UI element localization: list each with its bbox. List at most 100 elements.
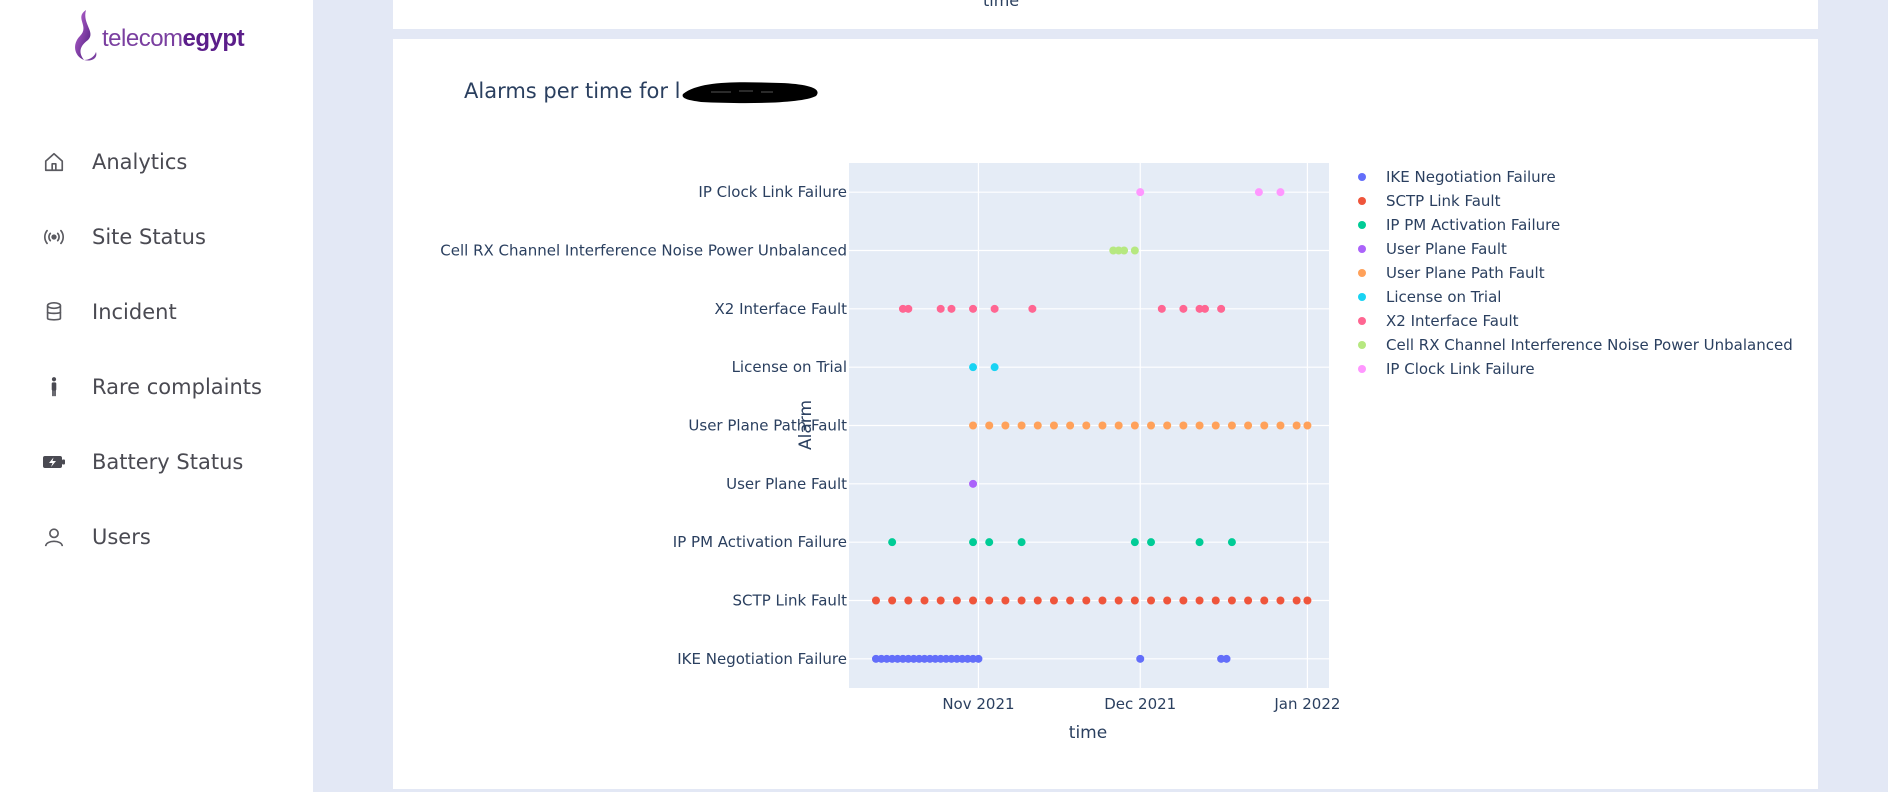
data-point[interactable] xyxy=(990,363,999,372)
legend-item[interactable]: License on Trial xyxy=(1356,287,1501,307)
data-point[interactable] xyxy=(888,538,897,547)
data-point[interactable] xyxy=(969,538,978,547)
data-point[interactable] xyxy=(904,596,913,605)
data-point[interactable] xyxy=(969,596,978,605)
sidebar-item-incident[interactable]: Incident xyxy=(0,290,313,334)
data-point[interactable] xyxy=(1292,596,1301,605)
data-point[interactable] xyxy=(1033,421,1042,430)
data-point[interactable] xyxy=(1211,421,1220,430)
sidebar-item-battery-status[interactable]: Battery Status xyxy=(0,440,313,484)
sidebar-item-users[interactable]: Users xyxy=(0,515,313,559)
data-point[interactable] xyxy=(1260,421,1269,430)
data-point[interactable] xyxy=(1260,596,1269,605)
data-point[interactable] xyxy=(985,538,994,547)
data-point[interactable] xyxy=(1157,304,1166,313)
data-point[interactable] xyxy=(1147,596,1156,605)
legend-item[interactable]: User Plane Path Fault xyxy=(1356,263,1545,283)
data-point[interactable] xyxy=(1120,246,1129,255)
data-point[interactable] xyxy=(1227,538,1236,547)
logo-text-part1: telecom xyxy=(102,25,183,52)
data-point[interactable] xyxy=(1017,596,1026,605)
sidebar-item-label: Site Status xyxy=(92,225,206,249)
data-point[interactable] xyxy=(1217,304,1226,313)
data-point[interactable] xyxy=(1163,596,1172,605)
data-point[interactable] xyxy=(1066,596,1075,605)
legend-item[interactable]: X2 Interface Fault xyxy=(1356,311,1519,331)
data-point[interactable] xyxy=(1082,596,1091,605)
data-point[interactable] xyxy=(1130,538,1139,547)
data-point[interactable] xyxy=(985,421,994,430)
data-point[interactable] xyxy=(936,596,945,605)
data-point[interactable] xyxy=(969,421,978,430)
data-point[interactable] xyxy=(871,596,880,605)
data-point[interactable] xyxy=(1179,596,1188,605)
data-point[interactable] xyxy=(1114,596,1123,605)
data-point[interactable] xyxy=(1147,538,1156,547)
data-point[interactable] xyxy=(969,363,978,372)
data-point[interactable] xyxy=(1227,421,1236,430)
data-point[interactable] xyxy=(990,304,999,313)
data-point[interactable] xyxy=(1001,596,1010,605)
data-point[interactable] xyxy=(1276,421,1285,430)
data-point[interactable] xyxy=(1195,421,1204,430)
legend-item[interactable]: Cell RX Channel Interference Noise Power… xyxy=(1356,335,1793,355)
data-point[interactable] xyxy=(1001,421,1010,430)
data-point[interactable] xyxy=(1179,304,1188,313)
data-point[interactable] xyxy=(1017,538,1026,547)
data-point[interactable] xyxy=(1244,596,1253,605)
data-point[interactable] xyxy=(904,304,913,313)
data-point[interactable] xyxy=(1179,421,1188,430)
sidebar-item-analytics[interactable]: Analytics xyxy=(0,140,313,184)
data-point[interactable] xyxy=(1082,421,1091,430)
telecomegypt-logo[interactable]: telecomegypt xyxy=(68,8,258,64)
data-point[interactable] xyxy=(1254,188,1263,197)
data-point[interactable] xyxy=(1195,538,1204,547)
data-point[interactable] xyxy=(952,596,961,605)
legend-item[interactable]: User Plane Fault xyxy=(1356,239,1507,259)
legend-item[interactable]: SCTP Link Fault xyxy=(1356,191,1500,211)
data-point[interactable] xyxy=(947,304,956,313)
data-point[interactable] xyxy=(1211,596,1220,605)
data-point[interactable] xyxy=(1066,421,1075,430)
data-point[interactable] xyxy=(1276,188,1285,197)
data-point[interactable] xyxy=(985,596,994,605)
data-point[interactable] xyxy=(1303,596,1312,605)
data-point[interactable] xyxy=(888,596,897,605)
sidebar-item-rare-complaints[interactable]: Rare complaints xyxy=(0,365,313,409)
x-axis-title: time xyxy=(1069,723,1107,743)
data-point[interactable] xyxy=(1114,421,1123,430)
x-tick-label: Nov 2021 xyxy=(942,695,1014,713)
data-point[interactable] xyxy=(1033,596,1042,605)
data-point[interactable] xyxy=(1244,421,1253,430)
data-point[interactable] xyxy=(1276,596,1285,605)
data-point[interactable] xyxy=(969,304,978,313)
data-point[interactable] xyxy=(1130,596,1139,605)
data-point[interactable] xyxy=(1098,421,1107,430)
data-point[interactable] xyxy=(1130,421,1139,430)
data-point[interactable] xyxy=(1222,654,1231,663)
legend-item[interactable]: IP Clock Link Failure xyxy=(1356,359,1535,379)
legend-item[interactable]: IP PM Activation Failure xyxy=(1356,215,1560,235)
data-point[interactable] xyxy=(1303,421,1312,430)
data-point[interactable] xyxy=(1195,596,1204,605)
data-point[interactable] xyxy=(1049,596,1058,605)
data-point[interactable] xyxy=(1227,596,1236,605)
data-point[interactable] xyxy=(1163,421,1172,430)
data-point[interactable] xyxy=(1028,304,1037,313)
battery-charging-icon xyxy=(42,450,66,474)
data-point[interactable] xyxy=(974,654,983,663)
data-point[interactable] xyxy=(1147,421,1156,430)
data-point[interactable] xyxy=(1130,246,1139,255)
data-point[interactable] xyxy=(1200,304,1209,313)
legend-item[interactable]: IKE Negotiation Failure xyxy=(1356,167,1556,187)
data-point[interactable] xyxy=(969,479,978,488)
data-point[interactable] xyxy=(1136,188,1145,197)
data-point[interactable] xyxy=(1049,421,1058,430)
data-point[interactable] xyxy=(1292,421,1301,430)
data-point[interactable] xyxy=(1098,596,1107,605)
data-point[interactable] xyxy=(936,304,945,313)
data-point[interactable] xyxy=(1136,654,1145,663)
data-point[interactable] xyxy=(920,596,929,605)
sidebar-item-site-status[interactable]: Site Status xyxy=(0,215,313,259)
data-point[interactable] xyxy=(1017,421,1026,430)
